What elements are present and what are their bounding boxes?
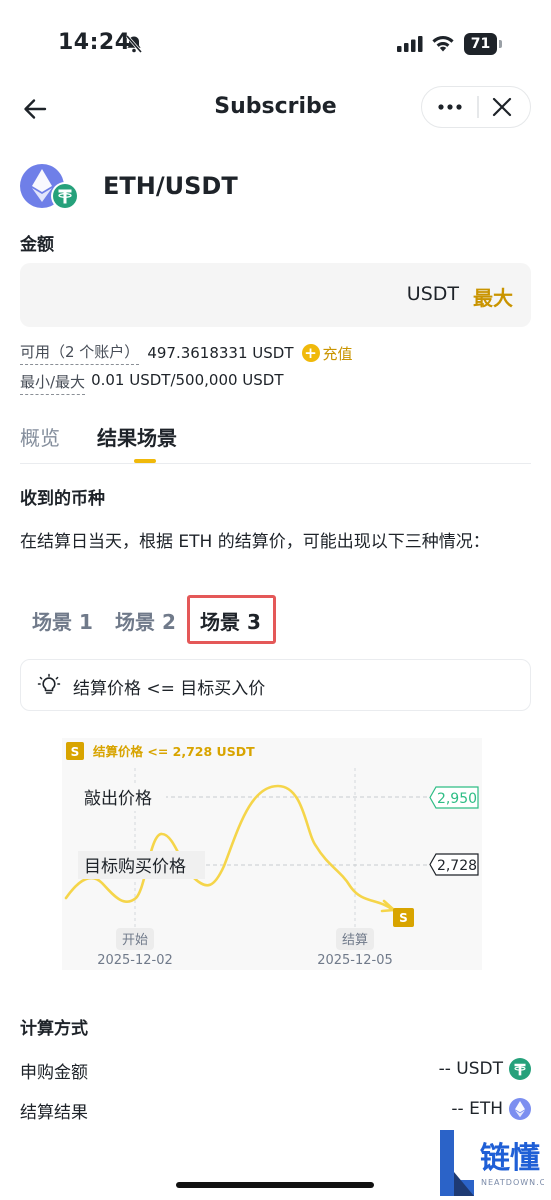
- scenario-tab-2[interactable]: 场景 2: [115, 606, 176, 635]
- minmax-label[interactable]: 最小/最大: [20, 371, 86, 395]
- available-balance: 可用（2 个账户） 497.3618331 USDT + 充值: [20, 341, 353, 365]
- amount-input[interactable]: USDT 最大: [20, 263, 531, 327]
- subscribe-amount-text: -- USDT: [438, 1059, 503, 1079]
- home-indicator: [176, 1182, 374, 1188]
- eth-icon: [509, 1098, 531, 1120]
- wifi-icon: [432, 36, 454, 52]
- cellular-signal-icon: [397, 36, 423, 52]
- chart-legend: 结算价格 <= 2,728 USDT: [93, 744, 255, 759]
- target-label: 目标购买价格: [84, 857, 186, 877]
- scenario-tab-3[interactable]: 场景 3: [200, 606, 261, 635]
- more-icon[interactable]: [436, 95, 464, 119]
- tab-overview[interactable]: 概览: [20, 422, 60, 451]
- settlement-result-label: 结算结果: [20, 1103, 88, 1123]
- amount-unit: USDT: [406, 283, 459, 305]
- scenario-chart: S 结算价格 <= 2,728 USDT 敲出价格 目标购买价格 2,950 2…: [62, 738, 482, 970]
- received-title: 收到的币种: [20, 489, 105, 509]
- svg-text:NEATDOWN.COM: NEATDOWN.COM: [481, 1178, 544, 1187]
- tab-divider: [20, 463, 531, 464]
- knockout-value: 2,950: [437, 791, 477, 807]
- status-time: 14:24: [58, 30, 131, 55]
- amount-label: 金额: [20, 235, 54, 255]
- subscribe-amount-label: 申购金额: [20, 1063, 88, 1083]
- calc-title: 计算方式: [20, 1019, 88, 1039]
- deposit-link[interactable]: 充值: [323, 343, 353, 364]
- condition-text: 结算价格 <= 目标买入价: [73, 679, 266, 699]
- settlement-result-text: -- ETH: [451, 1099, 503, 1119]
- min-max-limits: 最小/最大 0.01 USDT/500,000 USDT: [20, 371, 284, 395]
- knockout-label: 敲出价格: [84, 789, 152, 809]
- target-value: 2,728: [437, 858, 477, 874]
- pair-name: ETH/USDT: [103, 172, 238, 200]
- minmax-value: 0.01 USDT/500,000 USDT: [91, 371, 284, 389]
- lightbulb-icon: [37, 673, 61, 694]
- subscribe-amount-value: -- USDT: [439, 1058, 531, 1080]
- battery-level: 71: [464, 33, 497, 55]
- start-date: 2025-12-02: [97, 953, 173, 968]
- settle-date: 2025-12-05: [317, 953, 393, 968]
- legend-badge-text: S: [71, 745, 80, 759]
- neatdown-watermark-logo: 链懂 NEATDOWN.COM: [440, 1130, 544, 1196]
- available-value: 497.3618331 USDT: [147, 344, 294, 362]
- svg-text:链懂: 链懂: [480, 1141, 540, 1176]
- max-button[interactable]: 最大: [473, 282, 513, 311]
- settlement-result-value: -- ETH: [451, 1098, 531, 1120]
- settle-label: 结算: [342, 933, 368, 948]
- close-icon[interactable]: [490, 95, 514, 119]
- battery-indicator: 71: [464, 33, 502, 55]
- condition-card: 结算价格 <= 目标买入价: [20, 659, 531, 711]
- eth-usdt-pair-icon: [20, 164, 79, 210]
- available-label[interactable]: 可用（2 个账户）: [20, 341, 140, 365]
- usdt-icon: [509, 1058, 531, 1080]
- start-label: 开始: [122, 933, 148, 948]
- tab-result-scenarios[interactable]: 结果场景: [97, 422, 177, 451]
- received-description: 在结算日当天，根据 ETH 的结算价，可能出现以下三种情况：: [20, 532, 490, 552]
- deposit-plus-icon[interactable]: +: [301, 344, 320, 362]
- settlement-badge-text: S: [399, 911, 408, 925]
- scenario-tab-1[interactable]: 场景 1: [32, 606, 93, 635]
- nav-actions: [421, 86, 531, 128]
- bell-muted-icon: [125, 35, 143, 53]
